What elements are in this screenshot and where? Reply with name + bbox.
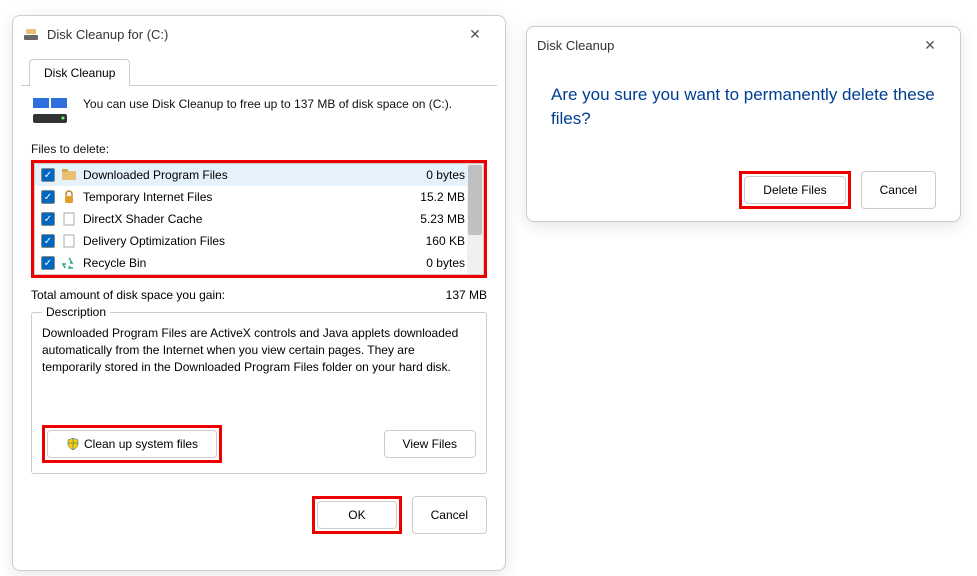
description-text: Downloaded Program Files are ActiveX con… xyxy=(42,325,476,375)
file-list[interactable]: ✓ Downloaded Program Files 0 bytes ✓ Tem… xyxy=(34,163,484,275)
total-row: Total amount of disk space you gain: 137… xyxy=(31,288,487,302)
files-label: Files to delete: xyxy=(31,142,487,156)
scrollbar[interactable] xyxy=(467,164,483,274)
file-row[interactable]: ✓ Temporary Internet Files 15.2 MB xyxy=(35,186,483,208)
intro-text: You can use Disk Cleanup to free up to 1… xyxy=(83,96,452,128)
confirm-dialog: Disk Cleanup ✕ Are you sure you want to … xyxy=(526,26,961,222)
confirm-cancel-button[interactable]: Cancel xyxy=(861,171,936,209)
titlebar: Disk Cleanup for (C:) ✕ xyxy=(13,16,505,52)
cleanup-btn-label: Clean up system files xyxy=(84,437,198,451)
total-value: 137 MB xyxy=(446,288,487,302)
delete-files-button[interactable]: Delete Files xyxy=(744,176,845,204)
confirm-title: Disk Cleanup xyxy=(537,38,910,53)
file-name: Temporary Internet Files xyxy=(83,190,420,204)
checkbox[interactable]: ✓ xyxy=(41,256,55,270)
viewfiles-btn-label: View Files xyxy=(403,437,457,451)
ok-button[interactable]: OK xyxy=(317,501,396,529)
file-icon xyxy=(61,211,77,227)
dialog-buttons: OK Cancel xyxy=(13,484,505,546)
scrollbar-thumb[interactable] xyxy=(468,165,482,235)
tab-disk-cleanup[interactable]: Disk Cleanup xyxy=(29,59,130,86)
disk-cleanup-window: Disk Cleanup for (C:) ✕ Disk Cleanup You… xyxy=(12,15,506,571)
confirm-close-button[interactable]: ✕ xyxy=(910,31,950,59)
file-row[interactable]: ✓ Delivery Optimization Files 160 KB xyxy=(35,230,483,252)
view-files-button[interactable]: View Files xyxy=(384,430,476,458)
recycle-icon xyxy=(61,255,77,271)
cleanup-system-files-button[interactable]: Clean up system files xyxy=(47,430,217,458)
file-name: Recycle Bin xyxy=(83,256,426,270)
confirm-message: Are you sure you want to permanently del… xyxy=(551,83,936,131)
description-box: Description Downloaded Program Files are… xyxy=(31,312,487,474)
file-row[interactable]: ✓ Downloaded Program Files 0 bytes xyxy=(35,164,483,186)
file-icon xyxy=(61,233,77,249)
confirm-buttons: Delete Files Cancel xyxy=(551,171,936,209)
shield-icon xyxy=(66,437,80,451)
total-label: Total amount of disk space you gain: xyxy=(31,288,225,302)
folder-icon xyxy=(61,167,77,183)
intro-section: You can use Disk Cleanup to free up to 1… xyxy=(31,96,487,128)
checkbox[interactable]: ✓ xyxy=(41,234,55,248)
confirm-titlebar: Disk Cleanup ✕ xyxy=(527,27,960,63)
checkbox[interactable]: ✓ xyxy=(41,190,55,204)
checkbox[interactable]: ✓ xyxy=(41,212,55,226)
tab-bar: Disk Cleanup xyxy=(21,58,497,86)
file-name: Delivery Optimization Files xyxy=(83,234,426,248)
lock-icon xyxy=(61,189,77,205)
file-row[interactable]: ✓ Recycle Bin 0 bytes xyxy=(35,252,483,274)
drive-small-icon xyxy=(23,26,39,42)
description-legend: Description xyxy=(42,305,110,319)
file-name: DirectX Shader Cache xyxy=(83,212,420,226)
drive-icon xyxy=(31,96,71,128)
window-title: Disk Cleanup for (C:) xyxy=(47,27,455,42)
close-button[interactable]: ✕ xyxy=(455,20,495,48)
file-name: Downloaded Program Files xyxy=(83,168,426,182)
file-row[interactable]: ✓ DirectX Shader Cache 5.23 MB xyxy=(35,208,483,230)
cancel-button[interactable]: Cancel xyxy=(412,496,487,534)
checkbox[interactable]: ✓ xyxy=(41,168,55,182)
